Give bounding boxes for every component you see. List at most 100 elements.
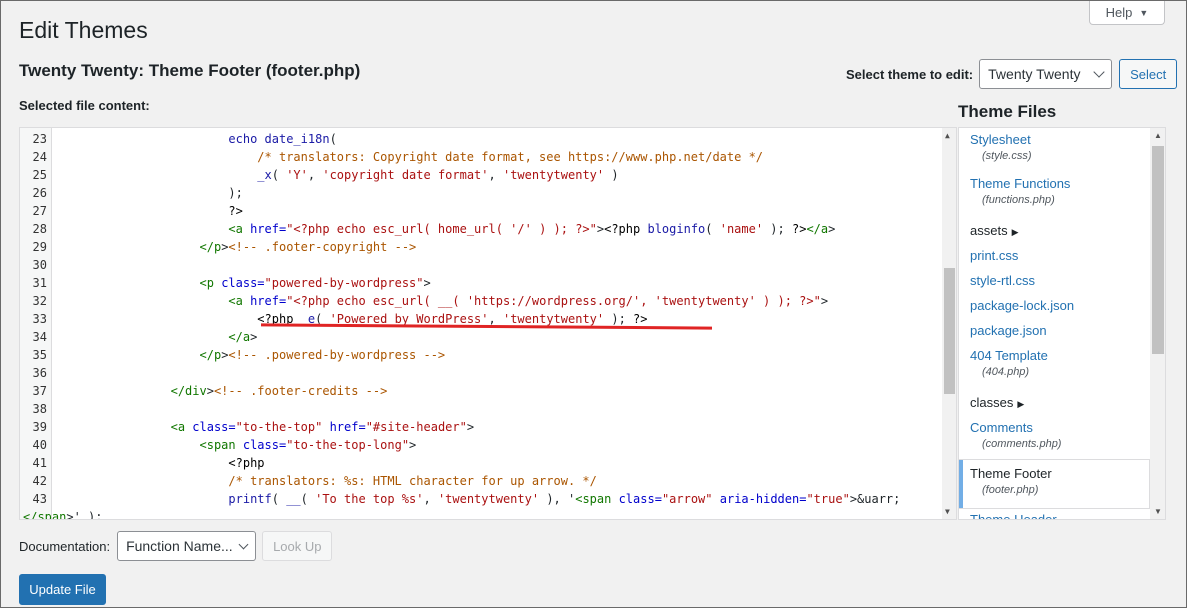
selected-file-label: Selected file content: [19, 98, 150, 113]
file-name: Theme Footer [970, 466, 1052, 481]
line-number: 24 [32, 150, 47, 164]
select-theme-label: Select theme to edit: [846, 66, 974, 82]
folder-name: assets [970, 223, 1008, 238]
file-name: package-lock.json [970, 298, 1075, 313]
code-text: <a href="<?php echo esc_url( __( 'https:… [228, 294, 829, 308]
theme-file-item[interactable]: package-lock.json [959, 298, 1149, 313]
theme-file-item[interactable]: print.css [959, 248, 1149, 263]
file-name: Theme Header [970, 512, 1057, 520]
code-text: ?> [228, 204, 243, 218]
theme-file-item[interactable]: 404 Template (404.php) [959, 348, 1149, 378]
code-text: echo date_i18n( [228, 132, 337, 146]
code-text: </span>' ); [23, 510, 103, 520]
caret-right-icon: ▶ [1017, 399, 1025, 409]
line-number: 27 [32, 204, 47, 218]
line-number: 37 [32, 384, 47, 398]
chevron-down-icon [238, 539, 249, 549]
theme-file-item[interactable]: Comments (comments.php) [959, 420, 1149, 450]
theme-selector: Select theme to edit: Twenty Twenty Sele… [846, 59, 1178, 89]
line-number: 43 [32, 492, 47, 506]
line-number: 40 [32, 438, 47, 452]
update-file-button[interactable]: Update File [19, 574, 106, 605]
line-number: 26 [32, 186, 47, 200]
documentation-label: Documentation: [19, 538, 111, 554]
help-tab-button[interactable]: Help ▼ [1089, 1, 1165, 25]
code-text: printf( __( 'To the top %s', 'twentytwen… [228, 492, 901, 506]
theme-select-dropdown[interactable]: Twenty Twenty [979, 59, 1113, 89]
theme-file-item[interactable]: style-rtl.css [959, 273, 1149, 288]
folder-item[interactable]: classes ▶ [959, 394, 1149, 412]
code-text: ); [55, 186, 243, 200]
line-number: 41 [32, 456, 47, 470]
line-number: 28 [32, 222, 47, 236]
function-name-value: Function Name... [126, 538, 233, 554]
file-path: (404.php) [982, 366, 1030, 378]
file-name: Stylesheet [970, 132, 1031, 147]
line-number: 25 [32, 168, 47, 182]
line-number: 42 [32, 474, 47, 488]
folder-name: classes [970, 395, 1014, 410]
file-path: (functions.php) [982, 194, 1055, 206]
file-name: 404 Template [970, 348, 1048, 363]
code-text: /* translators: %s: HTML character for u… [228, 474, 597, 488]
caret-right-icon: ▶ [1011, 227, 1019, 237]
chevron-down-icon [1093, 66, 1105, 78]
code-text: </p><!-- .powered-by-wordpress --> [199, 348, 446, 362]
theme-file-item[interactable]: Stylesheet (style.css) [959, 132, 1149, 162]
code-text: _x( 'Y', 'copyright date format', 'twent… [257, 168, 619, 182]
line-number: 36 [32, 366, 47, 380]
scroll-down-icon[interactable]: ▼ [945, 507, 950, 516]
file-title: Twenty Twenty: Theme Footer (footer.php) [19, 61, 361, 80]
code-text: <p class="powered-by-wordpress"> [199, 276, 431, 290]
theme-file-item[interactable]: Theme Functions (functions.php) [959, 176, 1149, 206]
code-text: </div><!-- .footer-credits --> [170, 384, 388, 398]
line-number: 39 [32, 420, 47, 434]
line-number: 35 [32, 348, 47, 362]
file-name: style-rtl.css [970, 273, 1035, 288]
editor-scrollbar[interactable]: ▲ ▼ [942, 128, 956, 519]
code-text: <a href="<?php echo esc_url( home_url( '… [228, 222, 836, 236]
theme-file-item[interactable]: package.json [959, 323, 1149, 338]
theme-files-title: Theme Files [958, 102, 1057, 121]
theme-select-value: Twenty Twenty [988, 66, 1081, 82]
line-number: 34 [32, 330, 47, 344]
file-name: package.json [970, 323, 1047, 338]
page-title: Edit Themes [19, 17, 148, 43]
editor-scroll-thumb[interactable] [944, 268, 955, 394]
help-label: Help [1105, 5, 1133, 20]
code-text: <span class="to-the-top-long"> [199, 438, 417, 452]
file-name: Comments [970, 420, 1033, 435]
theme-files-panel: Stylesheet (style.css) Theme Functions (fun… [958, 127, 1166, 520]
line-number: 32 [32, 294, 47, 308]
look-up-button[interactable]: Look Up [262, 531, 333, 561]
code-editor[interactable]: 23 echo date_i18n( 24 /* translators: Cop… [19, 127, 957, 520]
select-button[interactable]: Select [1119, 59, 1178, 89]
file-name: Theme Functions [970, 176, 1071, 191]
code-text: /* translators: Copyright date format, s… [257, 150, 764, 164]
folder-item[interactable]: assets ▶ [959, 222, 1149, 240]
scroll-down-icon[interactable]: ▼ [1154, 507, 1162, 516]
files-scroll-thumb[interactable] [1152, 146, 1164, 354]
file-path: (style.css) [982, 150, 1032, 162]
code-text: </p><!-- .footer-copyright --> [199, 240, 417, 254]
documentation-row: Documentation: Function Name... Look Up [19, 531, 333, 561]
line-number: 29 [32, 240, 47, 254]
file-path: (comments.php) [982, 438, 1062, 450]
file-path: (footer.php) [982, 484, 1039, 496]
code-text: <a class="to-the-top" href="#site-header… [170, 420, 475, 434]
line-number: 31 [32, 276, 47, 290]
scroll-up-icon[interactable]: ▲ [945, 131, 950, 140]
file-name: print.css [970, 248, 1019, 263]
line-number: 23 [32, 132, 47, 146]
line-number: 30 [32, 258, 47, 272]
theme-file-item[interactable]: Theme Footer (footer.php) [959, 460, 1149, 508]
code-text: </a> [228, 330, 258, 344]
line-number: 38 [32, 402, 47, 416]
theme-file-item[interactable]: Theme Header [959, 512, 1149, 520]
caret-down-icon: ▼ [1139, 7, 1149, 18]
line-number: 33 [32, 312, 47, 326]
scroll-up-icon[interactable]: ▲ [1154, 131, 1162, 140]
code-text: <?php [228, 456, 265, 470]
function-name-dropdown[interactable]: Function Name... [117, 531, 257, 561]
files-scrollbar[interactable]: ▲ ▼ [1150, 128, 1165, 519]
